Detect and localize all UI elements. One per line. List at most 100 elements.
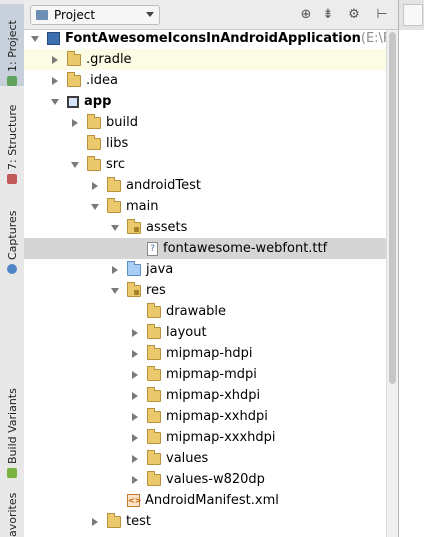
tree-row[interactable]: app: [24, 91, 386, 112]
folder-icon: [67, 50, 81, 66]
editor-area[interactable]: [399, 30, 424, 537]
sync-icon[interactable]: ⊕: [298, 6, 314, 22]
tree-row[interactable]: .gradle: [24, 49, 386, 70]
project-view-icon: [36, 10, 48, 20]
tab-captures-label: Captures: [5, 210, 19, 260]
collapsed-arrow-icon[interactable]: [50, 76, 60, 86]
tool-window-strip: 1: Project 7: Structure Captures Build V…: [0, 0, 25, 537]
folder-icon: [147, 470, 161, 486]
tree-row[interactable]: ? fontawesome-webfont.ttf: [24, 238, 386, 259]
tree-row[interactable]: build: [24, 112, 386, 133]
tab-structure[interactable]: 7: Structure: [0, 96, 24, 184]
tree-row[interactable]: layout: [24, 322, 386, 343]
collapsed-arrow-icon[interactable]: [130, 370, 140, 380]
expanded-arrow-icon[interactable]: [50, 97, 60, 107]
folder-icon: [147, 407, 161, 423]
folder-icon: [87, 155, 101, 171]
expanded-arrow-icon[interactable]: [70, 160, 80, 170]
editor-tab[interactable]: [403, 4, 423, 26]
expanded-arrow-icon[interactable]: [90, 202, 100, 212]
collapsed-arrow-icon[interactable]: [130, 391, 140, 401]
tree-row[interactable]: mipmap-xxxhdpi: [24, 427, 386, 448]
expanded-arrow-icon[interactable]: [30, 34, 40, 44]
tree-row-label: mipmap-xhdpi: [166, 388, 261, 403]
tree-row[interactable]: res: [24, 280, 386, 301]
tree-row[interactable]: mipmap-xxhdpi: [24, 406, 386, 427]
tab-build-variants[interactable]: Build Variants: [0, 378, 24, 478]
collapse-icon[interactable]: ⇟: [320, 6, 336, 22]
folder-icon: [67, 71, 81, 87]
collapsed-arrow-icon[interactable]: [130, 328, 140, 338]
folder-icon: [87, 113, 101, 129]
tree-row-label: .idea: [86, 73, 118, 88]
tree-row[interactable]: assets: [24, 217, 386, 238]
structure-icon: [7, 174, 17, 184]
hide-icon[interactable]: ⊢: [374, 6, 390, 22]
tree-row-label: mipmap-xxxhdpi: [166, 430, 276, 445]
folder-icon: [147, 302, 161, 318]
collapsed-arrow-icon[interactable]: [130, 433, 140, 443]
tree-row[interactable]: values-w820dp: [24, 469, 386, 490]
project-path-label: (E:\Pa: [360, 31, 386, 46]
scrollbar-thumb[interactable]: [389, 32, 396, 384]
view-mode-dropdown[interactable]: Project: [30, 5, 160, 25]
tree-row[interactable]: mipmap-mdpi: [24, 364, 386, 385]
project-module-icon: [47, 32, 60, 45]
tab-favorites-label: avorites: [5, 492, 19, 537]
editor-panel: [398, 0, 424, 537]
tree-row-label: java: [146, 262, 174, 277]
tree-row[interactable]: java: [24, 259, 386, 280]
tree-row-label: AndroidManifest.xml: [145, 493, 279, 508]
view-mode-label: Project: [54, 8, 96, 22]
tab-structure-label: 7: Structure: [5, 104, 19, 170]
tree-row[interactable]: src: [24, 154, 386, 175]
tree-row[interactable]: mipmap-xhdpi: [24, 385, 386, 406]
tree-row[interactable]: values: [24, 448, 386, 469]
collapsed-arrow-icon[interactable]: [130, 454, 140, 464]
folder-icon: [147, 365, 161, 381]
folder-icon: [147, 386, 161, 402]
project-icon: [7, 76, 17, 86]
resource-folder-icon: [127, 218, 141, 234]
tree-row-label: mipmap-mdpi: [166, 367, 257, 382]
tree-row[interactable]: libs: [24, 133, 386, 154]
folder-icon: [147, 428, 161, 444]
tree-row[interactable]: androidTest: [24, 175, 386, 196]
tree-row[interactable]: mipmap-hdpi: [24, 343, 386, 364]
tree-row[interactable]: drawable: [24, 301, 386, 322]
collapsed-arrow-icon[interactable]: [90, 181, 100, 191]
folder-icon: [107, 176, 121, 192]
tree-row-label: values-w820dp: [166, 472, 265, 487]
tree-row-label: layout: [166, 325, 207, 340]
collapsed-arrow-icon[interactable]: [130, 349, 140, 359]
resource-folder-icon: [127, 281, 141, 297]
gear-icon[interactable]: ⚙: [346, 6, 362, 22]
expanded-arrow-icon[interactable]: [110, 223, 120, 233]
tree-row-label: androidTest: [126, 178, 201, 193]
tab-captures[interactable]: Captures: [0, 198, 24, 274]
tree-row-label: .gradle: [86, 52, 132, 67]
collapsed-arrow-icon[interactable]: [70, 118, 80, 128]
collapsed-arrow-icon[interactable]: [50, 55, 60, 65]
tree-row[interactable]: test: [24, 511, 386, 532]
collapsed-arrow-icon[interactable]: [130, 475, 140, 485]
collapsed-arrow-icon[interactable]: [90, 517, 100, 527]
android-icon: [7, 468, 17, 478]
tab-project-label: 1: Project: [5, 20, 19, 72]
tree-row[interactable]: .idea: [24, 70, 386, 91]
captures-icon: [7, 264, 17, 274]
tab-project[interactable]: 1: Project: [0, 4, 24, 86]
folder-icon: [147, 449, 161, 465]
tree-row[interactable]: <> AndroidManifest.xml: [24, 490, 386, 511]
project-toolbar: Project ⊕ ⇟ ⚙ ⊢: [24, 0, 398, 30]
tree-row[interactable]: FontAwesomeIconsInAndroidApplication (E:…: [24, 30, 386, 49]
tree-row-label: src: [106, 157, 125, 172]
project-tree: FontAwesomeIconsInAndroidApplication (E:…: [24, 30, 386, 537]
collapsed-arrow-icon[interactable]: [110, 265, 120, 275]
folder-icon: [147, 344, 161, 360]
expanded-arrow-icon[interactable]: [110, 286, 120, 296]
tab-favorites[interactable]: avorites: [0, 490, 24, 537]
folder-icon: [107, 512, 121, 528]
tree-row[interactable]: main: [24, 196, 386, 217]
collapsed-arrow-icon[interactable]: [130, 412, 140, 422]
